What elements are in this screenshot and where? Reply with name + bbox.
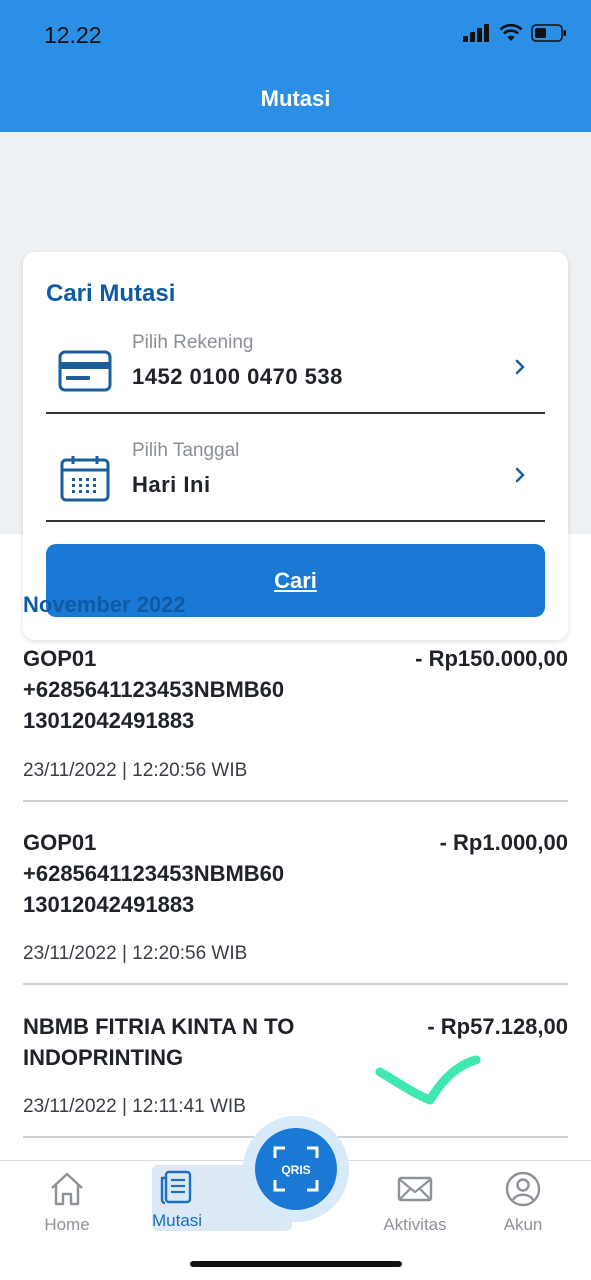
account-label: Pilih Rekening xyxy=(132,332,254,353)
transaction-datetime: 23/11/2022 | 12:11:41 WIB xyxy=(23,1096,246,1117)
qris-text: QRIS xyxy=(281,1163,310,1177)
date-value: Hari Ini xyxy=(132,472,211,497)
search-section: Cari Mutasi Pilih Rekening 1452 0100 047… xyxy=(0,132,591,640)
status-icons xyxy=(463,24,567,42)
transaction-datetime: 23/11/2022 | 12:20:56 WIB xyxy=(23,943,248,964)
month-header: November 2022 xyxy=(23,592,186,617)
transaction-amount: - Rp150.000,00 xyxy=(415,646,568,671)
account-value: 1452 0100 0470 538 xyxy=(132,364,343,389)
transaction-amount: - Rp1.000,00 xyxy=(439,830,568,855)
transaction-description: GOP01 +6285641123453NBMB60 1301204249188… xyxy=(23,646,285,733)
nav-aktivitas-label: Aktivitas xyxy=(383,1215,447,1234)
home-icon xyxy=(51,1172,83,1206)
status-time: 12.22 xyxy=(44,22,102,48)
search-card: Cari Mutasi Pilih Rekening 1452 0100 047… xyxy=(23,252,568,640)
transaction-datetime: 23/11/2022 | 12:20:56 WIB xyxy=(23,760,248,781)
user-account-icon xyxy=(505,1171,541,1207)
signal-icon xyxy=(463,24,489,42)
chevron-right-icon xyxy=(515,467,525,483)
nav-akun-label: Akun xyxy=(503,1215,543,1234)
checkmark-annotation-icon xyxy=(375,1055,481,1105)
nav-aktivitas[interactable]: Aktivitas xyxy=(360,1169,470,1235)
page-title: Mutasi xyxy=(260,86,331,111)
envelope-icon xyxy=(397,1176,433,1202)
calendar-icon xyxy=(60,456,110,502)
nav-home[interactable]: Home xyxy=(12,1169,122,1235)
document-list-icon xyxy=(160,1170,192,1205)
search-card-title: Cari Mutasi xyxy=(46,280,176,307)
nav-home-label: Home xyxy=(44,1215,90,1234)
battery-icon xyxy=(531,24,566,42)
home-indicator xyxy=(190,1261,402,1267)
account-selector[interactable]: Pilih Rekening 1452 0100 0470 538 xyxy=(46,314,545,414)
date-selector[interactable]: Pilih Tanggal Hari Ini xyxy=(46,422,545,522)
transaction-item[interactable]: GOP01 +6285641123453NBMB60 1301204249188… xyxy=(23,827,568,985)
qris-scan-icon: QRIS xyxy=(273,1146,319,1192)
transaction-item[interactable]: GOP01 +6285641123453NBMB60 1301204249188… xyxy=(23,643,568,802)
transaction-description: GOP01 +6285641123453NBMB60 1301204249188… xyxy=(23,830,285,917)
transaction-description: NBMB FITRIA KINTA N TO INDOPRINTING xyxy=(23,1014,295,1070)
transaction-amount: - Rp57.128,00 xyxy=(427,1014,568,1039)
wifi-icon xyxy=(499,24,523,41)
qris-button[interactable]: QRIS xyxy=(255,1128,337,1210)
chevron-right-icon xyxy=(515,359,525,375)
credit-card-icon xyxy=(58,350,112,392)
nav-akun[interactable]: Akun xyxy=(468,1169,578,1235)
app-header: 12.22 Mutasi xyxy=(0,0,591,132)
nav-mutasi-label: Mutasi xyxy=(152,1211,203,1230)
date-label: Pilih Tanggal xyxy=(132,440,240,461)
